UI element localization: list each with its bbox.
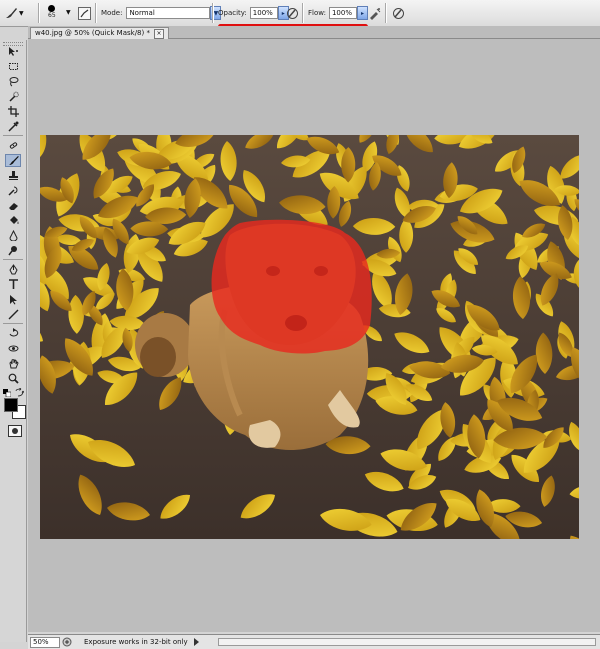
eraser-tool-icon[interactable] bbox=[5, 199, 21, 212]
brush-size-label: 65 bbox=[48, 12, 56, 19]
dropdown-arrow-icon: ▼ bbox=[19, 9, 24, 17]
type-tool-icon[interactable] bbox=[5, 278, 21, 291]
mode-control: Mode: Normal ▼ bbox=[101, 4, 222, 22]
spot-healing-tool-icon[interactable] bbox=[5, 139, 21, 152]
tablet-opacity-pressure-button[interactable] bbox=[285, 4, 300, 22]
tool-preset-picker[interactable]: ▼ bbox=[3, 4, 24, 22]
blur-tool-icon[interactable] bbox=[5, 229, 21, 242]
document-tab[interactable]: w40.jpg @ 50% (Quick Mask/8) * × bbox=[30, 27, 169, 39]
hand-tool-icon[interactable] bbox=[5, 357, 21, 370]
paint-bucket-tool-icon[interactable] bbox=[5, 214, 21, 227]
mode-label: Mode: bbox=[101, 9, 123, 17]
quick-mask-overlay bbox=[211, 219, 372, 354]
swap-colors-icon[interactable] bbox=[15, 387, 25, 397]
default-colors-icon[interactable] bbox=[3, 389, 12, 398]
brush-dropdown-arrow-icon[interactable]: ▼ bbox=[66, 9, 71, 16]
quick-mask-icon bbox=[12, 428, 18, 434]
close-tab-icon[interactable]: × bbox=[153, 28, 164, 39]
quick-mask-mode-button[interactable] bbox=[8, 425, 22, 437]
brush-preset-picker[interactable]: 65 bbox=[48, 3, 56, 23]
foreground-color-swatch[interactable] bbox=[4, 398, 18, 412]
flow-control: Flow: 100% ▸ bbox=[308, 4, 368, 22]
dodge-tool-icon[interactable] bbox=[5, 244, 21, 257]
brush-icon bbox=[3, 6, 18, 21]
flow-input[interactable]: 100% bbox=[328, 7, 357, 19]
tools-panel bbox=[0, 40, 27, 642]
eyedropper-tool-icon[interactable] bbox=[5, 120, 21, 133]
crop-tool-icon[interactable] bbox=[5, 105, 21, 118]
document-image[interactable] bbox=[40, 135, 579, 539]
opacity-label: Opacity: bbox=[218, 9, 247, 17]
brush-panel-toggle[interactable] bbox=[78, 4, 91, 22]
zoom-tool-icon[interactable] bbox=[5, 372, 21, 385]
quick-selection-tool-icon[interactable] bbox=[5, 90, 21, 103]
airbrush-button[interactable] bbox=[367, 4, 382, 22]
history-brush-tool-icon[interactable] bbox=[5, 184, 21, 197]
path-selection-tool-icon[interactable] bbox=[5, 293, 21, 306]
status-info-icon[interactable] bbox=[62, 637, 72, 647]
horizontal-scrollbar[interactable] bbox=[218, 638, 596, 646]
mode-select[interactable]: Normal bbox=[126, 7, 211, 19]
status-menu-arrow-icon[interactable] bbox=[193, 638, 200, 646]
move-tool-icon[interactable] bbox=[5, 45, 21, 58]
status-bar: 50% Exposure works in 32-bit only bbox=[28, 634, 600, 649]
airbrush-icon bbox=[367, 6, 382, 21]
3d-orbit-tool-icon[interactable] bbox=[5, 342, 21, 355]
options-bar: ▼ 65 ▼ Mode: Normal ▼ Opacity: 100% ▸ Fl… bbox=[0, 0, 600, 27]
clone-stamp-tool-icon[interactable] bbox=[5, 169, 21, 182]
flow-label: Flow: bbox=[308, 9, 326, 17]
marquee-tool-icon[interactable] bbox=[5, 60, 21, 73]
document-tab-title: w40.jpg @ 50% (Quick Mask/8) * bbox=[35, 29, 150, 37]
brush-tip-icon bbox=[48, 5, 56, 12]
pressure-opacity-icon bbox=[285, 6, 300, 21]
zoom-level-field[interactable]: 50% bbox=[30, 637, 60, 648]
status-message: Exposure works in 32-bit only bbox=[84, 638, 188, 646]
pressure-size-icon bbox=[391, 6, 406, 21]
3d-rotate-tool-icon[interactable] bbox=[5, 327, 21, 340]
pen-tool-icon[interactable] bbox=[5, 263, 21, 276]
brush-tool-icon[interactable] bbox=[5, 154, 21, 167]
lasso-tool-icon[interactable] bbox=[5, 75, 21, 88]
tablet-size-pressure-button[interactable] bbox=[391, 4, 406, 22]
opacity-input[interactable]: 100% bbox=[249, 7, 278, 19]
document-tab-bar: w40.jpg @ 50% (Quick Mask/8) * × bbox=[28, 26, 600, 39]
brush-panel-icon bbox=[78, 6, 91, 20]
line-tool-icon[interactable] bbox=[5, 308, 21, 321]
opacity-control: Opacity: 100% ▸ bbox=[218, 4, 289, 22]
